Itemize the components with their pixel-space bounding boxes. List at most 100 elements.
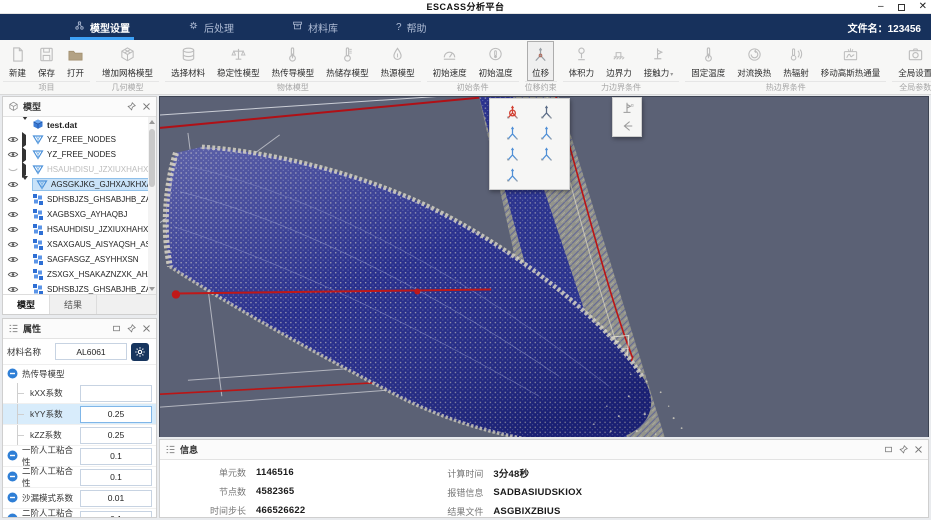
toolbar-button-contact-force[interactable]: 接触力▾ [639, 41, 679, 81]
contact-arrow-option[interactable] [620, 119, 634, 133]
tab-model[interactable]: 模型 [3, 295, 51, 314]
property-row[interactable]: kZZ系数 [3, 425, 156, 446]
tree-item[interactable]: AGSGKJKG_GJHXAJKHXA [3, 175, 156, 192]
eye-icon[interactable] [7, 134, 19, 145]
expand-arrow-icon[interactable] [22, 161, 29, 178]
toolbar-button-radiation[interactable]: 热辐射 [778, 41, 814, 81]
property-row[interactable]: 一阶人工粘合性 [3, 445, 156, 467]
scroll-down-icon[interactable] [149, 287, 155, 291]
toolbar-button-thermo-storage[interactable]: 热储存模型 [321, 41, 374, 81]
toolbar-button-init-temp[interactable]: 初始温度 [474, 41, 518, 81]
close-button[interactable]: ✕ [919, 0, 927, 14]
axis-option-3[interactable] [500, 124, 526, 143]
material-name-field[interactable] [55, 343, 127, 360]
restore-icon[interactable] [112, 324, 121, 333]
eye-icon[interactable] [7, 179, 19, 190]
model-tree-scrollbar[interactable] [148, 117, 156, 294]
toolbar-button-stability-scale[interactable]: 稳定性模型 [212, 41, 265, 81]
collapse-minus-icon[interactable] [7, 450, 18, 463]
toolbar-button-fixed-temp[interactable]: 固定温度 [686, 41, 730, 81]
expand-arrow-icon[interactable] [22, 117, 29, 130]
tree-item[interactable]: SAGFASGZ_ASYHHXSN [3, 252, 148, 267]
eye-icon[interactable] [7, 269, 19, 280]
toolbar-button-open-folder[interactable]: 打开 [62, 41, 89, 81]
property-group-row[interactable]: 热传导模型 [3, 365, 156, 383]
axis-option-4[interactable] [533, 124, 559, 143]
collapse-minus-icon[interactable] [7, 471, 18, 484]
toolbar-button-material-db[interactable]: 选择材料 [166, 41, 210, 81]
tree-item[interactable]: ZSXGX_HSAKAZNZXK_AHASX [3, 267, 156, 282]
toolbar-button-save[interactable]: 保存 [33, 41, 60, 81]
property-value-field[interactable] [80, 468, 152, 486]
toolbar-button-thermo[interactable]: 热传导模型 [267, 41, 320, 81]
property-value-field[interactable] [80, 426, 152, 444]
viewport-3d[interactable] [159, 96, 929, 438]
toolbar-button-convection[interactable]: 对流换热 [732, 41, 776, 81]
close-icon[interactable] [142, 102, 151, 111]
property-row[interactable]: kYY系数 [3, 404, 156, 425]
close-icon[interactable] [914, 445, 923, 454]
property-value-field[interactable] [80, 447, 152, 465]
menu-item-1[interactable]: 模型设置 [60, 14, 144, 40]
eye-icon[interactable] [7, 194, 19, 205]
tree-item[interactable]: YZ_FREE_NODES [3, 146, 148, 163]
tree-item[interactable]: YZ_FREE_NODES [3, 131, 148, 148]
expand-arrow-icon[interactable] [22, 146, 29, 163]
eye-closed-icon[interactable] [7, 164, 19, 175]
property-value-field[interactable] [80, 489, 152, 507]
pin-icon[interactable] [127, 324, 136, 333]
eye-icon[interactable] [7, 254, 19, 265]
tree-item[interactable]: XAGBSXG_AYHAQBJ [3, 207, 148, 222]
pin-icon[interactable] [127, 102, 136, 111]
close-icon[interactable] [142, 324, 151, 333]
toolbar-button-init-velocity[interactable]: 初始速度 [428, 41, 472, 81]
toolbar-button-global-settings[interactable]: 全局设置 [893, 41, 931, 81]
scroll-up-icon[interactable] [149, 120, 155, 124]
eye-icon[interactable] [7, 209, 19, 220]
eye-icon[interactable] [7, 149, 19, 160]
tree-item[interactable]: XSAXGAUS_AISYAQSH_ASHX [3, 237, 156, 252]
tree-item[interactable]: HSAUHDISU_JZXIUXHAHX [3, 161, 148, 178]
toolbar-button-heat-source[interactable]: 热源模型 [376, 41, 420, 81]
collapse-minus-icon[interactable] [7, 513, 18, 517]
collapse-minus-icon[interactable] [7, 492, 18, 505]
toolbar-button-new-file[interactable]: 新建 [4, 41, 31, 81]
collapse-minus-icon[interactable] [7, 368, 18, 381]
scroll-thumb[interactable] [149, 129, 155, 187]
property-value-field[interactable] [80, 405, 152, 423]
property-row[interactable]: 沙漏模式系数 [3, 488, 156, 509]
toolbar-button-boundary-force[interactable]: 边界力 [601, 41, 637, 81]
maximize-button[interactable] [897, 3, 905, 11]
toolbar-button-gauss-flux[interactable]: 移动高斯热通量 [816, 41, 886, 81]
menu-item-4[interactable]: ? 帮助 [382, 14, 441, 40]
axis-option-2[interactable] [533, 103, 559, 122]
menu-item-3[interactable]: 材料库 [278, 14, 352, 40]
toolbar-button-mesh-cube[interactable]: 增加网格模型 [97, 41, 158, 81]
tree-item[interactable]: SDHSBJZS_GHSABJHB_ZAHU [3, 282, 156, 294]
axis-option-6[interactable] [533, 145, 559, 164]
tree-item[interactable]: SDHSBJZS_GHSABJHB_ZAHU [3, 192, 156, 207]
expand-arrow-icon[interactable] [22, 131, 29, 148]
axis-option-7[interactable] [500, 166, 526, 185]
toolbar-button-body-force[interactable]: 体积力 [564, 41, 600, 81]
tree-item[interactable]: test.dat [3, 117, 148, 132]
pin-icon[interactable] [899, 445, 908, 454]
property-value-field[interactable] [80, 384, 152, 402]
expand-arrow-icon[interactable] [22, 175, 29, 190]
axis-option-1[interactable] [500, 103, 526, 122]
contact-pin-option[interactable] [620, 101, 634, 115]
tab-result[interactable]: 结果 [50, 295, 98, 314]
menu-item-2[interactable]: 后处理 [174, 14, 248, 40]
minimize-button[interactable]: – [878, 0, 884, 14]
tree-item[interactable]: HSAUHDISU_JZXIUXHAHX [3, 222, 148, 237]
eye-icon[interactable] [7, 224, 19, 235]
property-row[interactable]: 二阶人工粘合性 [3, 508, 156, 517]
eye-icon[interactable] [7, 239, 19, 250]
material-settings-button[interactable] [131, 342, 149, 361]
property-value-field[interactable] [80, 510, 152, 517]
axis-option-5[interactable] [500, 145, 526, 164]
property-row[interactable]: 二阶人工粘合性 [3, 466, 156, 488]
eye-icon[interactable] [7, 284, 19, 294]
toolbar-button-displacement-axes[interactable]: 位移 [527, 41, 555, 81]
restore-icon[interactable] [884, 445, 893, 454]
